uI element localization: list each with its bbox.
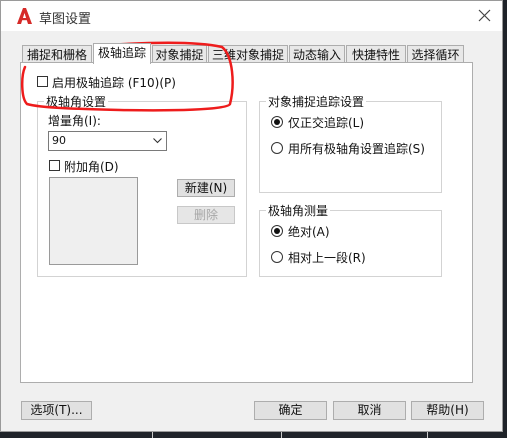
object-snap-tracking-title: 对象捕捉追踪设置 — [266, 93, 367, 110]
polar-angle-measurement-title: 极轴角测量 — [266, 202, 331, 219]
relative-last-segment-radio[interactable] — [271, 251, 283, 263]
background-line — [281, 432, 282, 438]
tab-polar-tracking[interactable]: 极轴追踪 — [93, 43, 151, 64]
ok-button[interactable]: 确定 — [254, 401, 327, 420]
drafting-settings-dialog: 草图设置 捕捉和栅格 极轴追踪 对象捕捉 三维对象捕捉 动态输入 快捷特性 选择… — [0, 0, 503, 432]
cancel-button[interactable]: 取消 — [333, 401, 406, 420]
polar-angle-settings-group: 极轴角设置 增量角(I): 90 附加角(D) 新建(N) 删除 — [37, 93, 247, 277]
increment-angle-select[interactable]: 90 — [48, 131, 167, 151]
enable-polar-checkbox[interactable] — [37, 76, 48, 87]
tab-dynamic-input[interactable]: 动态输入 — [289, 45, 345, 63]
close-icon — [478, 9, 491, 22]
help-button[interactable]: 帮助(H) — [411, 401, 484, 420]
enable-polar-label: 启用极轴追踪 (F10)(P) — [52, 76, 176, 90]
increment-angle-value: 90 — [52, 134, 66, 147]
orthogonal-only-label: 仅正交追踪(L) — [288, 116, 365, 130]
close-button[interactable] — [472, 4, 498, 28]
increment-angle-label: 增量角(I): — [48, 114, 101, 128]
tab-3d-object-snap[interactable]: 三维对象捕捉 — [208, 45, 288, 63]
chevron-down-icon — [153, 138, 162, 144]
background-line — [152, 432, 153, 438]
options-button[interactable]: 选项(T)... — [21, 401, 92, 420]
new-angle-button[interactable]: 新建(N) — [177, 179, 235, 197]
additional-angle-label: 附加角(D) — [64, 160, 119, 174]
additional-angle-list[interactable] — [49, 177, 138, 265]
orthogonal-only-radio[interactable] — [271, 116, 283, 128]
dialog-title: 草图设置 — [39, 12, 92, 27]
additional-angle-checkbox[interactable] — [49, 160, 60, 171]
polar-tracking-panel: 启用极轴追踪 (F10)(P) 极轴角设置 增量角(I): 90 附加角(D) … — [20, 62, 473, 383]
tab-quick-properties[interactable]: 快捷特性 — [346, 45, 406, 63]
all-polar-settings-label: 用所有极轴角设置追踪(S) — [288, 142, 425, 156]
absolute-radio[interactable] — [271, 225, 283, 237]
background-line — [427, 432, 428, 438]
tab-snap-grid[interactable]: 捕捉和栅格 — [22, 45, 92, 63]
relative-last-segment-label: 相对上一段(R) — [288, 251, 366, 265]
tab-strip: 捕捉和栅格 极轴追踪 对象捕捉 三维对象捕捉 动态输入 快捷特性 选择循环 — [22, 43, 472, 64]
delete-angle-button[interactable]: 删除 — [177, 206, 235, 224]
autocad-a-icon — [17, 8, 32, 24]
absolute-label: 绝对(A) — [288, 225, 330, 239]
tab-object-snap[interactable]: 对象捕捉 — [152, 45, 207, 63]
all-polar-settings-radio[interactable] — [271, 142, 283, 154]
title-bar: 草图设置 — [1, 1, 502, 31]
polar-angle-settings-title: 极轴角设置 — [44, 93, 109, 110]
polar-angle-measurement-group: 极轴角测量 绝对(A) 相对上一段(R) — [259, 202, 442, 277]
object-snap-tracking-group: 对象捕捉追踪设置 仅正交追踪(L) 用所有极轴角设置追踪(S) — [259, 93, 442, 193]
tab-selection-cycling[interactable]: 选择循环 — [407, 45, 464, 63]
